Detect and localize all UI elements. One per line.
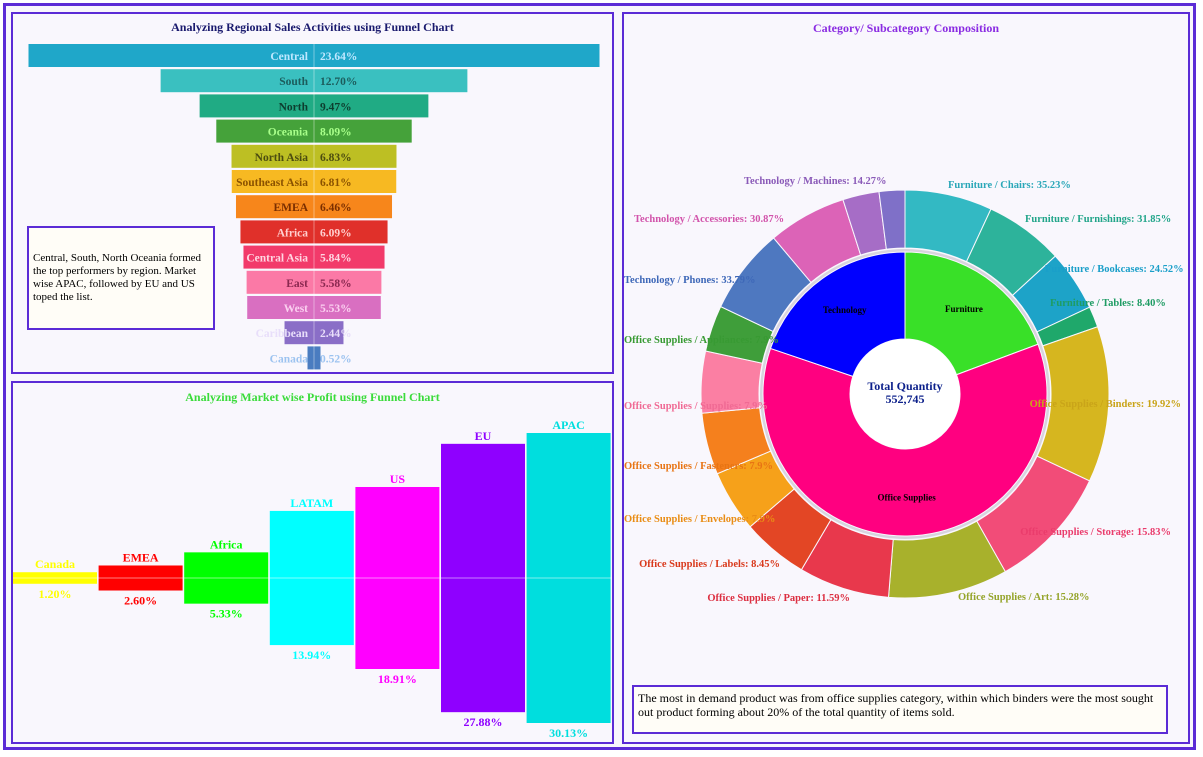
funnel-value-oceania: 8.09% [320,127,352,139]
market-label-us: US [390,472,406,486]
funnel-value-southeast-asia: 6.81% [320,177,352,189]
funnel-label-africa: Africa [277,227,309,239]
funnel-label-central: Central [270,51,308,63]
market-label-latam: LATAM [290,496,333,510]
funnel-value-central-asia: 5.84% [320,253,352,265]
market-label-africa: Africa [210,537,243,551]
regional-sales-panel: Analyzing Regional Sales Activities usin… [11,12,614,374]
market-value-emea: 2.60% [124,594,157,608]
funnel-label-canada: Canada [270,353,309,365]
funnel-value-east: 5.58% [320,278,352,290]
funnel-label-south: South [279,76,308,88]
funnel-value-north: 9.47% [320,101,352,113]
market-label-canada: Canada [35,557,75,571]
funnel-label-emea: EMEA [274,202,309,214]
funnel-value-central: 23.64% [320,51,357,63]
funnel-value-africa: 6.09% [320,227,352,239]
funnel-value-emea: 6.46% [320,202,352,214]
market-label-emea: EMEA [123,550,159,564]
funnel-label-central-asia: Central Asia [246,253,308,265]
funnel-label-north-asia: North Asia [255,152,309,164]
funnel-label-west: West [284,303,308,315]
funnel-label-north: North [279,101,309,113]
funnel-value-south: 12.70% [320,76,357,88]
market-funnel-chart: Canada 1.20% EMEA 2.60% Africa 5.33% LATAM 13.9… [13,418,612,740]
funnel-value-north-asia: 6.83% [320,152,352,164]
funnel-label-southeast-asia: Southeast Asia [236,177,308,189]
market-label-apac: APAC [552,418,584,432]
market-profit-panel: Analyzing Market wise Profit using Funne… [11,381,614,744]
market-value-canada: 1.20% [39,587,72,601]
funnel-value-west: 5.53% [320,303,352,315]
market-value-us: 18.91% [378,672,417,686]
market-value-latam: 13.94% [292,648,331,662]
funnel-value-canada: 0.52% [320,353,352,365]
funnel-label-east: East [286,278,308,290]
regional-note: Central, South, North Oceania formed the… [27,226,215,330]
market-label-eu: EU [475,429,492,443]
funnel-label-oceania: Oceania [268,127,308,139]
funnel-value-caribbean: 2.44% [320,328,352,340]
market-value-apac: 30.13% [549,726,588,740]
funnel-label-caribbean: Caribbean [256,328,309,340]
category-note: The most in demand product was from offi… [632,685,1168,734]
category-title: Category/ Subcategory Composition [813,21,999,35]
category-composition-panel: Category/ Subcategory Composition The mo… [622,12,1190,744]
market-value-eu: 27.88% [464,715,503,729]
market-value-africa: 5.33% [210,607,243,621]
